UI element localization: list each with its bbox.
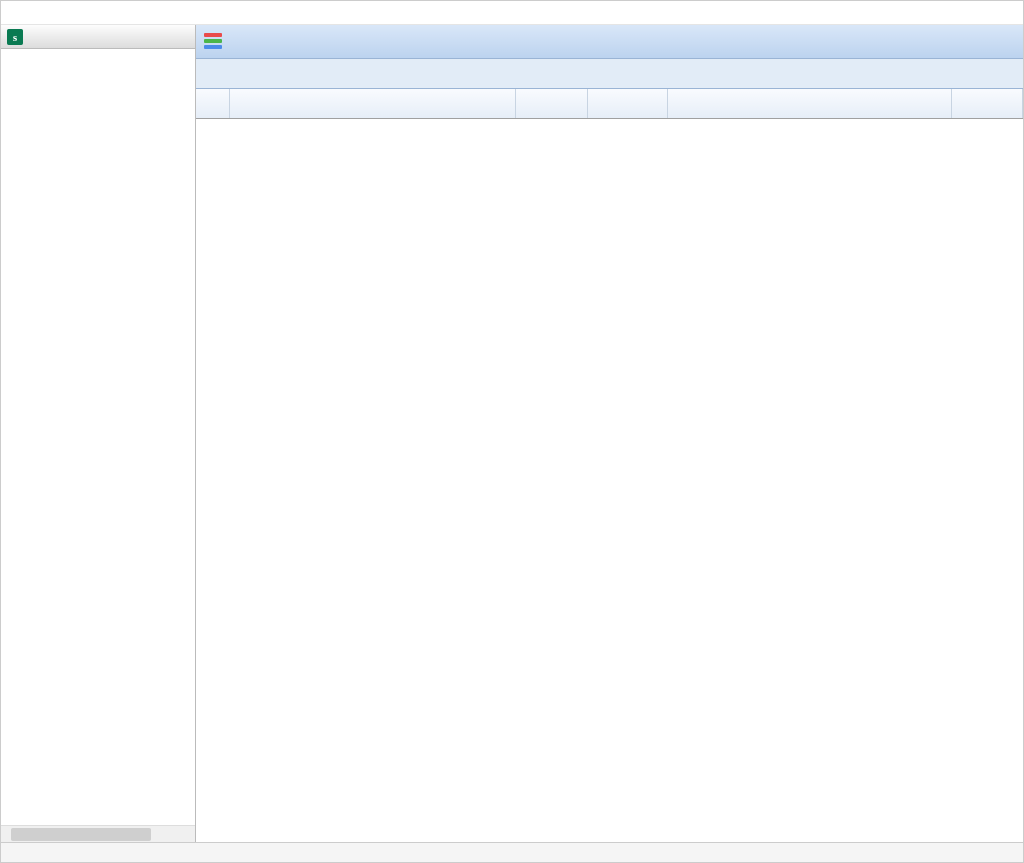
menu-bar	[1, 1, 1023, 25]
sharepoint-icon: s	[7, 29, 23, 45]
content-panel	[196, 25, 1023, 842]
svg-text:s: s	[13, 32, 18, 44]
tree-horizontal-scrollbar[interactable]	[1, 825, 195, 842]
tree-panel: s	[1, 25, 196, 842]
tree-header: s	[1, 25, 195, 49]
sections-header	[196, 25, 1023, 59]
column-header-icon[interactable]	[196, 89, 230, 118]
main-split: s	[1, 25, 1023, 842]
column-headers[interactable]	[196, 89, 1023, 119]
status-bar	[1, 842, 1023, 862]
column-header-percent[interactable]	[588, 89, 668, 118]
tabs-bar	[196, 59, 1023, 89]
file-browser	[196, 89, 1023, 842]
sections-icon	[204, 33, 222, 51]
scrollbar-thumb[interactable]	[11, 828, 151, 841]
tree-body[interactable]	[1, 49, 195, 825]
column-header-path[interactable]	[668, 89, 952, 118]
column-header-modified[interactable]	[952, 89, 1023, 118]
column-header-size[interactable]	[516, 89, 588, 118]
column-header-name[interactable]	[230, 89, 516, 118]
